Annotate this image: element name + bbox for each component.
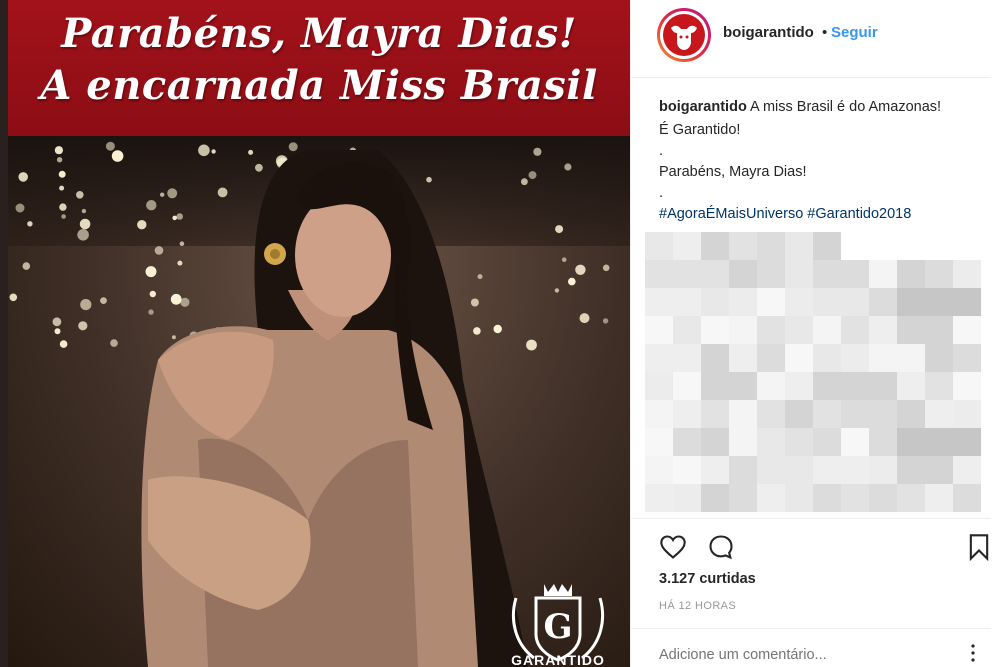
- banner-title-line2: A encarnada Miss Brasil: [40, 62, 598, 109]
- logo-text: GARANTIDO: [511, 652, 605, 667]
- caption-dot2: .: [659, 185, 664, 201]
- follow-button[interactable]: Seguir: [831, 24, 878, 41]
- header-separator: •: [822, 24, 828, 41]
- caption-line3: Parabéns, Mayra Dias!: [659, 164, 807, 180]
- likes-count[interactable]: 3.127 curtidas: [659, 571, 756, 587]
- post-image[interactable]: Parabéns, Mayra Dias! A encarnada Miss B…: [8, 0, 630, 667]
- comment-bar: [631, 628, 991, 667]
- comment-icon[interactable]: [707, 533, 735, 561]
- avatar[interactable]: [657, 8, 711, 62]
- caption-dot1: .: [659, 143, 664, 159]
- page-edge: [0, 0, 8, 667]
- banner-title-line1: Parabéns, Mayra Dias!: [61, 10, 577, 57]
- bookmark-icon[interactable]: [965, 533, 993, 561]
- bull-icon: [671, 25, 697, 50]
- caption-username[interactable]: boigarantido: [659, 99, 747, 115]
- comment-input[interactable]: [659, 647, 959, 663]
- heart-icon[interactable]: [659, 533, 687, 561]
- more-options-icon[interactable]: [965, 643, 981, 663]
- action-bar: [631, 518, 991, 564]
- hashtag-link[interactable]: #AgoraÉMaisUniverso: [659, 206, 803, 222]
- hashtag-link[interactable]: #Garantido2018: [807, 206, 911, 222]
- post-sidebar: boigarantido • Seguir boigarantido A mis…: [630, 0, 1000, 667]
- post-caption: boigarantido A miss Brasil é do Amazonas…: [659, 96, 989, 226]
- caption-line2: É Garantido!: [659, 122, 741, 138]
- post-timestamp[interactable]: HÁ 12 HORAS: [659, 600, 736, 612]
- svg-text:G: G: [543, 607, 572, 647]
- title-banner: Parabéns, Mayra Dias! A encarnada Miss B…: [8, 0, 630, 136]
- pixelated-comments: [645, 232, 981, 514]
- post-header: boigarantido • Seguir: [631, 0, 991, 78]
- header-username[interactable]: boigarantido: [723, 24, 814, 41]
- caption-line1: A miss Brasil é do Amazonas!: [750, 99, 942, 115]
